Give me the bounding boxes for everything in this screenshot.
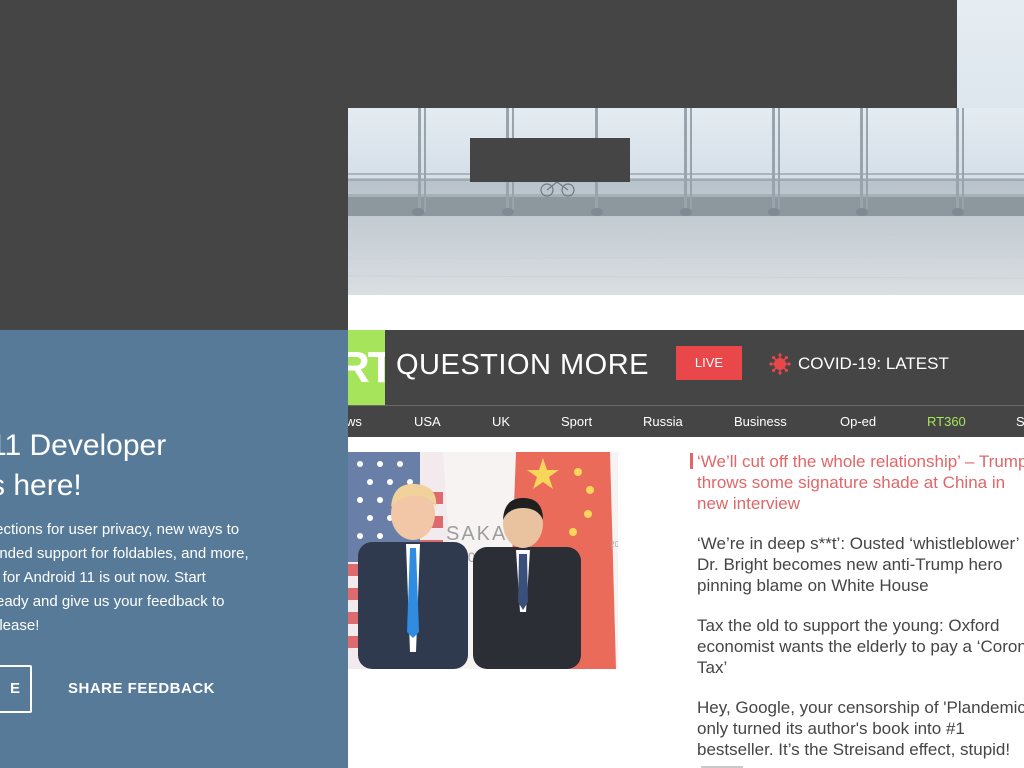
nav-item-usa[interactable]: USA: [414, 414, 441, 430]
virus-icon: [769, 353, 791, 375]
left-dark-overlay: [0, 108, 348, 330]
android-developer-banner: 11 Developer s here! tections for user p…: [0, 330, 348, 768]
headline-top[interactable]: ‘We’ll cut off the whole relationship’ –…: [690, 451, 1024, 514]
nav-item-rt360[interactable]: RT360: [927, 414, 966, 430]
hero-dark-box: [470, 138, 630, 182]
nav-item-uk[interactable]: UK: [492, 414, 510, 430]
headline-item[interactable]: ‘We’re in deep s**t’: Ousted ‘whistleblo…: [697, 533, 1024, 596]
nav-item-news[interactable]: ws: [346, 414, 362, 430]
tagline: QUESTION MORE: [396, 349, 650, 381]
nav-item-op-ed[interactable]: Op-ed: [840, 414, 876, 430]
rt-header: RT QUESTION MORE LIVE COVID-19: LATEST: [348, 330, 1024, 405]
headline-item[interactable]: Tax the old to support the young: Oxford…: [697, 615, 1024, 678]
nav-item-more[interactable]: S: [1016, 414, 1024, 430]
banner-primary-button[interactable]: E: [0, 665, 32, 713]
hero-image: [348, 108, 1024, 295]
headline-list: ‘We’ll cut off the whole relationship’ –…: [690, 451, 1024, 768]
share-feedback-button[interactable]: SHARE FEEDBACK: [68, 680, 215, 698]
top-dark-overlay: [0, 0, 957, 108]
lead-photo[interactable]: SAKA 2019 2019: [348, 452, 618, 669]
nav-item-russia[interactable]: Russia: [643, 414, 683, 430]
live-button[interactable]: LIVE: [676, 346, 742, 380]
rt-logo[interactable]: RT: [348, 330, 385, 405]
covid-link[interactable]: COVID-19: LATEST: [768, 352, 949, 376]
sign-text-small: 2019: [610, 540, 618, 549]
banner-title: 11 Developer s here!: [0, 429, 167, 502]
sign-text-large: SAKA: [446, 523, 507, 545]
headline-item[interactable]: Hey, Google, your censorship of 'Plandem…: [697, 697, 1024, 768]
nav-item-business[interactable]: Business: [734, 414, 787, 430]
sky-strip: [957, 0, 1024, 108]
banner-body: tections for user privacy, new ways to e…: [0, 521, 249, 634]
nav-item-sport[interactable]: Sport: [561, 414, 592, 430]
covid-label: COVID-19: LATEST: [798, 354, 949, 373]
section-nav: ws USA UK Sport Russia Business Op-ed RT…: [346, 405, 1024, 437]
